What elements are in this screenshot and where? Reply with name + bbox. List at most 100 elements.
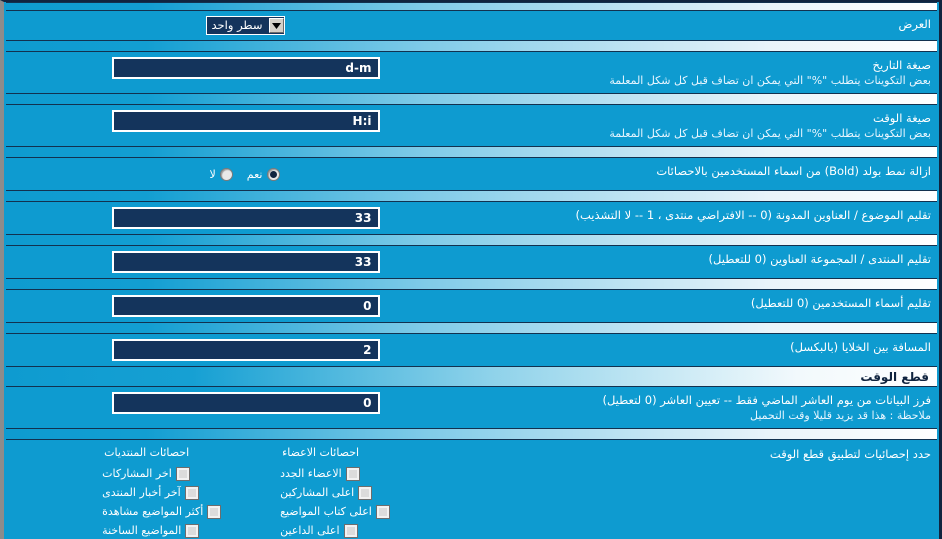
row-cellspacing-control [8, 339, 483, 361]
timecut-stats-columns: احصائات الاعضاء الاعضاء الجدد اعلى المشا… [8, 446, 483, 539]
row-remove-bold-control: نعم لا [8, 163, 483, 185]
row-display-labels: العرض [483, 16, 932, 32]
divider-1 [6, 40, 937, 52]
row-trim-forum-titles: تقليم المنتدى / المجموعة العناوين (0 للت… [4, 246, 939, 278]
row-trim-usernames-labels: تقليم أسماء المستخدمين (0 للتعطيل) [483, 295, 931, 311]
row-time-format-control [8, 110, 483, 132]
row-cellspacing-label: المسافة بين الخلايا (بالبكسل) [790, 340, 931, 354]
row-display-label: العرض [898, 17, 932, 31]
checkbox-label: المواضيع الساخنة [102, 524, 182, 537]
row-date-format: صيغة التاريخ بعض التكوينات يتطلب "%" الت… [4, 52, 939, 93]
checkbox-item[interactable]: أكثر المواضيع مشاهدة [102, 502, 222, 521]
checkbox-item[interactable]: اخر المشاركات [102, 464, 190, 483]
checkbox-icon[interactable] [184, 485, 199, 500]
stats-column-forums-head: احصائات المنتديات [104, 446, 190, 459]
trim-forum-titles-input[interactable] [111, 251, 380, 273]
row-time-format-labels: صيغة الوقت بعض التكوينات يتطلب "%" التي … [483, 110, 931, 141]
checkbox-icon[interactable] [358, 485, 373, 500]
row-remove-bold-labels: ازالة نمط بولد (Bold) من اسماء المستخدمي… [483, 163, 931, 179]
trim-thread-titles-input[interactable] [111, 207, 380, 229]
row-remove-bold: ازالة نمط بولد (Bold) من اسماء المستخدمي… [4, 158, 939, 190]
row-date-format-label: صيغة التاريخ [872, 58, 931, 72]
row-trim-usernames: تقليم أسماء المستخدمين (0 للتعطيل) [4, 290, 939, 322]
stats-column-forums: احصائات المنتديات اخر المشاركات آخر أخبا… [102, 446, 222, 539]
checkbox-item[interactable]: اعلى كتاب المواضيع [280, 502, 390, 521]
trim-usernames-input[interactable] [111, 295, 380, 317]
checkbox-label: اخر المشاركات [102, 467, 172, 480]
time-format-input[interactable] [111, 110, 380, 132]
row-trim-thread-titles: تقليم الموضوع / العناوين المدونة (0 -- ا… [4, 202, 939, 234]
row-timecut-labels: فرز البيانات من يوم العاشر الماضي فقط --… [483, 392, 931, 423]
checkbox-label: اعلى الداعين [280, 524, 340, 537]
row-cellspacing-labels: المسافة بين الخلايا (بالبكسل) [483, 339, 931, 355]
radio-no-icon[interactable] [219, 167, 233, 181]
date-format-input[interactable] [111, 57, 380, 79]
row-date-format-hint: بعض التكوينات يتطلب "%" التي يمكن ان تضا… [609, 74, 931, 87]
cellspacing-input[interactable] [111, 339, 380, 361]
checkbox-label: آخر أخبار المنتدى [102, 486, 181, 499]
checkbox-icon[interactable] [175, 466, 190, 481]
divider-top [6, 2, 937, 11]
display-mode-value: سطر واحد [211, 18, 263, 32]
row-date-format-labels: صيغة التاريخ بعض التكوينات يتطلب "%" الت… [483, 57, 931, 88]
checkbox-item[interactable]: الاعضاء الجدد [280, 464, 360, 483]
row-cellspacing: المسافة بين الخلايا (بالبكسل) [4, 334, 939, 366]
checkbox-item[interactable]: اعلى الداعين [280, 521, 358, 539]
checkbox-icon[interactable] [345, 466, 360, 481]
row-timecut-stats-labels: حدد إحصائيات لتطبيق قطع الوقت [483, 446, 931, 462]
row-remove-bold-label: ازالة نمط بولد (Bold) من اسماء المستخدمي… [656, 164, 931, 178]
row-display-control: سطر واحد [8, 16, 483, 35]
divider-2 [6, 93, 937, 105]
chevron-down-icon[interactable] [269, 18, 285, 33]
checkbox-label: أكثر المواضيع مشاهدة [102, 505, 204, 518]
radio-yes-icon[interactable] [266, 167, 280, 181]
row-trim-usernames-label: تقليم أسماء المستخدمين (0 للتعطيل) [750, 296, 931, 310]
checkbox-label: اعلى المشاركين [280, 486, 355, 499]
checkbox-icon[interactable] [343, 523, 358, 538]
checkbox-item[interactable]: المواضيع الساخنة [102, 521, 200, 539]
row-timecut-hint: ملاحظة : هذا قد يزيد قليلا وقت التحميل [750, 409, 931, 422]
stats-column-members: احصائات الاعضاء الاعضاء الجدد اعلى المشا… [280, 446, 390, 539]
stats-column-members-head: احصائات الاعضاء [282, 446, 360, 459]
row-timecut-stats: حدد إحصائيات لتطبيق قطع الوقت احصائات ال… [4, 440, 939, 539]
checkbox-label: الاعضاء الجدد [280, 467, 342, 480]
divider-5 [6, 234, 937, 246]
divider-6 [6, 278, 937, 290]
section-header-timecut: قطع الوقت [6, 366, 937, 387]
row-trim-forum-titles-label: تقليم المنتدى / المجموعة العناوين (0 للت… [708, 252, 931, 266]
checkbox-icon[interactable] [185, 523, 200, 538]
row-date-format-control [8, 57, 483, 79]
divider-4 [6, 190, 937, 202]
checkbox-item[interactable]: آخر أخبار المنتدى [102, 483, 199, 502]
row-timecut-label: فرز البيانات من يوم العاشر الماضي فقط --… [602, 393, 931, 407]
checkbox-icon[interactable] [207, 504, 222, 519]
row-trim-thread-titles-label: تقليم الموضوع / العناوين المدونة (0 -- ا… [575, 208, 931, 222]
divider-3 [6, 146, 937, 158]
divider-7 [6, 322, 937, 334]
checkbox-label: اعلى كتاب المواضيع [280, 505, 372, 518]
row-trim-usernames-control [8, 295, 483, 317]
checkbox-item[interactable]: اعلى المشاركين [280, 483, 373, 502]
row-time-format: صيغة الوقت بعض التكوينات يتطلب "%" التي … [4, 105, 939, 146]
row-display: العرض سطر واحد [4, 11, 939, 40]
display-mode-select[interactable]: سطر واحد [205, 16, 286, 35]
row-trim-forum-titles-control [8, 251, 483, 273]
checkbox-icon[interactable] [375, 504, 390, 519]
row-trim-thread-titles-control [8, 207, 483, 229]
row-timecut-control [8, 392, 483, 414]
row-trim-forum-titles-labels: تقليم المنتدى / المجموعة العناوين (0 للت… [483, 251, 931, 267]
divider-8 [6, 428, 937, 440]
remove-bold-option-yes[interactable]: نعم [246, 167, 280, 181]
remove-bold-option-yes-label: نعم [246, 167, 263, 181]
row-timecut-stats-label: حدد إحصائيات لتطبيق قطع الوقت [769, 447, 931, 461]
remove-bold-radio-group: نعم لا [210, 163, 282, 185]
row-time-format-hint: بعض التكوينات يتطلب "%" التي يمكن ان تضا… [609, 127, 931, 140]
remove-bold-option-no[interactable]: لا [209, 167, 233, 181]
timecut-days-input[interactable] [111, 392, 380, 414]
section-header-timecut-title: قطع الوقت [860, 369, 929, 384]
remove-bold-option-no-label: لا [209, 167, 216, 181]
row-timecut: فرز البيانات من يوم العاشر الماضي فقط --… [4, 387, 939, 428]
settings-panel: العرض سطر واحد صيغة التاريخ بعض التكوينا… [0, 0, 942, 539]
row-trim-thread-titles-labels: تقليم الموضوع / العناوين المدونة (0 -- ا… [483, 207, 931, 223]
row-time-format-label: صيغة الوقت [872, 111, 931, 125]
